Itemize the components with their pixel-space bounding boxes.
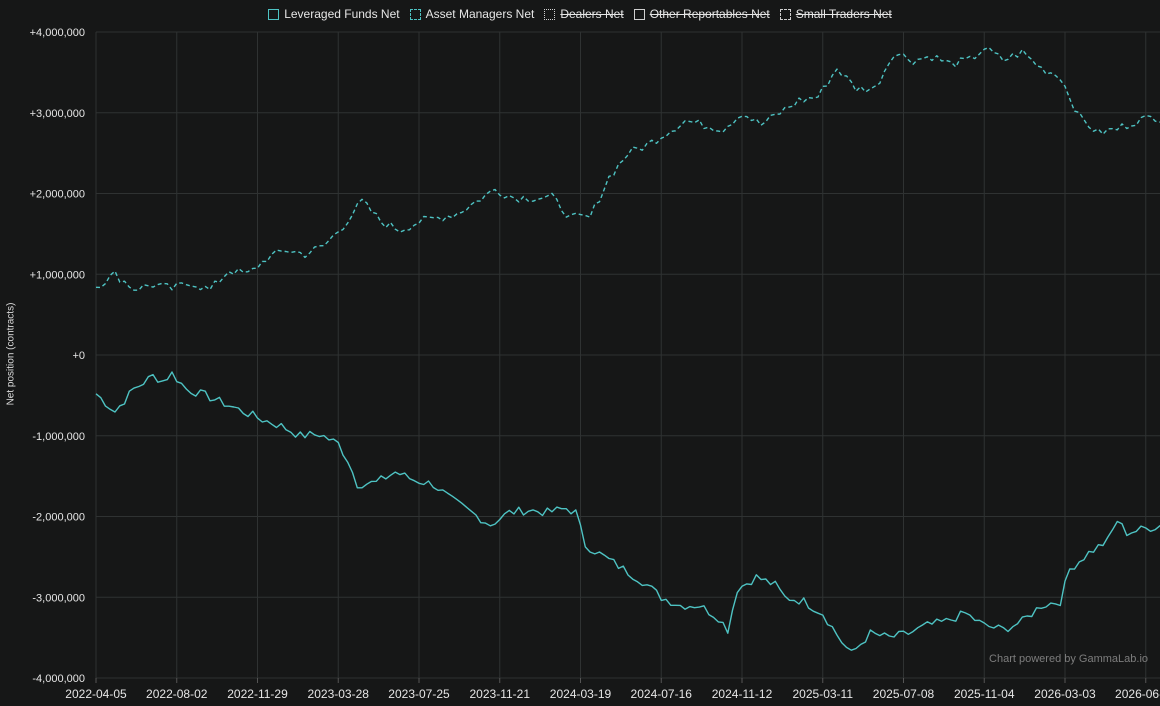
legend-label: Leveraged Funds Net bbox=[284, 7, 400, 21]
x-tick-label: 2025-11-04 bbox=[954, 687, 1015, 701]
y-tick-label: -3,000,000 bbox=[32, 592, 85, 604]
legend-swatch-dotted-icon bbox=[544, 8, 556, 20]
chart-container: +4,000,000 +3,000,000 +2,000,000 +1,000,000… bbox=[0, 0, 1160, 706]
x-tick-label: 2024-03-19 bbox=[550, 687, 612, 701]
legend-item-dealers[interactable]: Dealers Net bbox=[544, 7, 624, 21]
y-tick-label: +2,000,000 bbox=[30, 189, 85, 201]
x-tick-label: 2024-11-12 bbox=[712, 687, 773, 701]
x-tick-label: 2023-07-25 bbox=[388, 687, 450, 701]
y-tick-label: +4,000,000 bbox=[30, 27, 85, 39]
y-tick-label: -4,000,000 bbox=[32, 673, 85, 685]
legend-label: Dealers Net bbox=[560, 7, 624, 21]
legend: Leveraged Funds Net Asset Managers Net D… bbox=[0, 7, 1160, 21]
x-tick-label: 2022-04-05 bbox=[65, 687, 127, 701]
legend-label: Small Traders Net bbox=[795, 7, 892, 21]
legend-swatch-solid-icon bbox=[268, 8, 280, 20]
chart-svg: +4,000,000 +3,000,000 +2,000,000 +1,000,000… bbox=[30, 27, 1160, 701]
x-tick-label: 2024-07-16 bbox=[631, 687, 693, 701]
legend-item-other-reportables[interactable]: Other Reportables Net bbox=[633, 7, 770, 21]
x-tick-label: 2022-11-29 bbox=[227, 687, 288, 701]
series-line-leveraged-funds-net bbox=[95, 371, 1160, 651]
legend-item-asset-managers[interactable]: Asset Managers Net bbox=[409, 7, 535, 21]
y-tick-label: -1,000,000 bbox=[32, 431, 85, 443]
x-tick-label: 2023-03-28 bbox=[308, 687, 370, 701]
legend-swatch-dashed-icon bbox=[779, 8, 791, 20]
x-tick-label: 2026-06-30 bbox=[1115, 687, 1160, 701]
legend-item-small-traders[interactable]: Small Traders Net bbox=[779, 7, 892, 21]
series-line-asset-managers-net bbox=[95, 46, 1160, 291]
legend-label: Other Reportables Net bbox=[649, 7, 770, 21]
x-tick-label: 2025-03-11 bbox=[793, 687, 854, 701]
y-tick-label: +1,000,000 bbox=[30, 269, 85, 281]
legend-item-leveraged-funds[interactable]: Leveraged Funds Net bbox=[268, 7, 400, 21]
watermark: Chart powered by GammaLab.io bbox=[989, 653, 1148, 665]
legend-swatch-dashed-icon bbox=[409, 8, 421, 20]
y-tick-label: +0 bbox=[72, 350, 85, 362]
x-tick-label: 2026-03-03 bbox=[1034, 687, 1096, 701]
y-tick-label: -2,000,000 bbox=[32, 512, 85, 524]
y-tick-label: +3,000,000 bbox=[30, 108, 85, 120]
x-tick-label: 2023-11-21 bbox=[470, 687, 531, 701]
legend-swatch-solid-icon bbox=[633, 8, 645, 20]
x-tick-label: 2025-07-08 bbox=[873, 687, 935, 701]
y-axis-title: Net position (contracts) bbox=[5, 302, 17, 406]
x-tick-label: 2022-08-02 bbox=[146, 687, 208, 701]
legend-label: Asset Managers Net bbox=[425, 7, 535, 21]
